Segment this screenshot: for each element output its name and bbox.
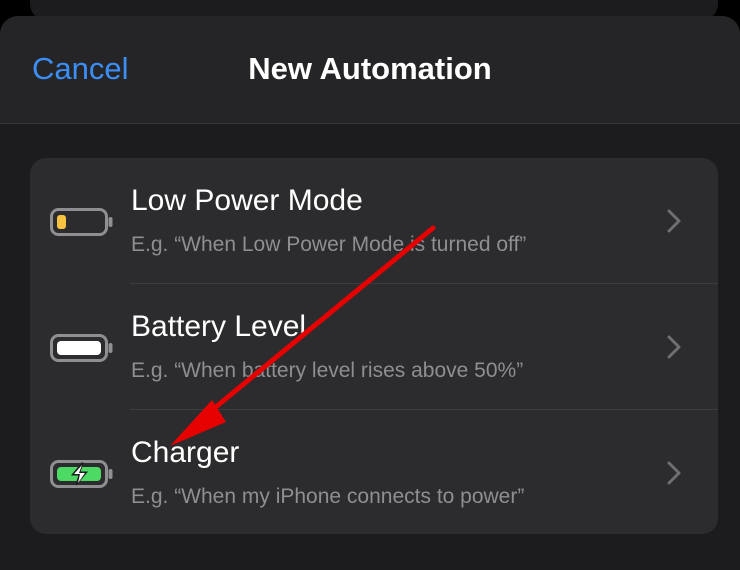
row-subtitle: E.g. “When Low Power Mode is turned off” xyxy=(131,233,527,256)
battery-charging-icon xyxy=(50,460,113,488)
chevron-right-icon xyxy=(667,335,681,359)
trigger-list: Low Power Mode E.g. “When Low Power Mode… xyxy=(30,158,718,534)
row-title: Low Power Mode xyxy=(131,184,363,217)
list-item-low-power-mode[interactable]: Low Power Mode E.g. “When Low Power Mode… xyxy=(30,158,718,283)
battery-low-icon xyxy=(50,208,113,236)
battery-full-icon xyxy=(50,334,113,362)
row-title: Battery Level xyxy=(131,310,307,343)
row-title: Charger xyxy=(131,436,240,469)
list-item-battery-level[interactable]: Battery Level E.g. “When battery level r… xyxy=(30,284,718,409)
list-item-charger[interactable]: Charger E.g. “When my iPhone connects to… xyxy=(30,410,718,534)
page-title: New Automation xyxy=(248,51,492,86)
row-subtitle: E.g. “When my iPhone connects to power” xyxy=(131,485,525,508)
row-subtitle: E.g. “When battery level rises above 50%… xyxy=(131,359,524,382)
screen: Cancel New Automation Low Power Mode E.g… xyxy=(0,0,740,570)
nav-bar: Cancel New Automation xyxy=(0,16,740,124)
chevron-right-icon xyxy=(667,461,681,485)
chevron-right-icon xyxy=(667,209,681,233)
